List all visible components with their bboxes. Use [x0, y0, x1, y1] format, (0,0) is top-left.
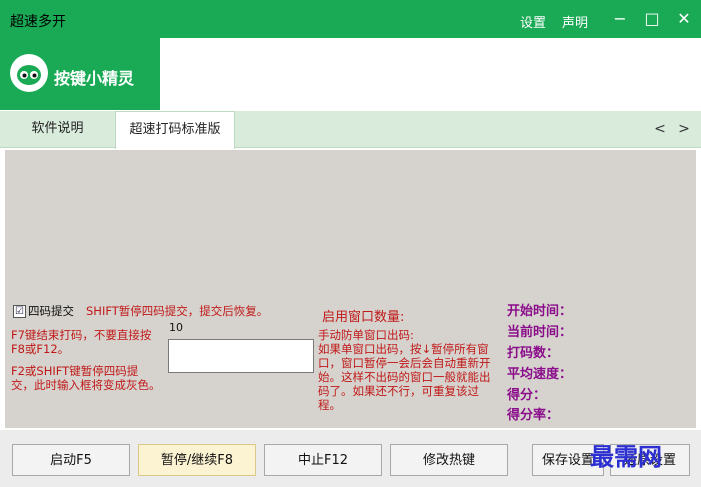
start-button[interactable]: 启动F5 [12, 444, 130, 476]
maximize-icon[interactable]: □ [641, 8, 663, 30]
edit-hotkeys-button[interactable]: 修改热键 [390, 444, 508, 476]
statement-link[interactable]: 声明 [562, 12, 588, 31]
stat-avg-speed: 平均速度： [507, 367, 573, 382]
window-title: 超速多开 [10, 14, 66, 30]
tab-bar: 软件说明 超速打码标准版 < > [0, 111, 701, 149]
stat-current-time: 当前时间： [507, 325, 573, 340]
manual-desc: 如果单窗口出码，按↓暂停所有窗口，窗口暂停一会后会自动重新开始。这样不出码的窗口… [318, 342, 491, 412]
input-number-label: 10 [169, 321, 183, 334]
f2-note: F2或SHIFT键暂停四码提交，此时输入框将变成灰色。 [11, 364, 161, 392]
title-bar [0, 0, 701, 38]
pause-resume-button[interactable]: 暂停/继续F8 [138, 444, 256, 476]
four-code-checkbox[interactable]: ☑ [13, 305, 26, 318]
f7-note: F7键结束打码，不要直接按F8或F12。 [11, 328, 152, 356]
shift-note: SHIFT暂停四码提交，提交后恢复。 [86, 304, 269, 318]
watermark: 最需网 [590, 442, 662, 471]
four-code-label: 四码提交 [28, 304, 74, 318]
logo-text: 按键小精灵 [54, 69, 135, 88]
stat-code-count: 打码数： [507, 346, 560, 361]
manual-title: 手动防单窗口出码: [318, 328, 414, 342]
settings-link[interactable]: 设置 [520, 12, 546, 31]
tab-standard-edition[interactable]: 超速打码标准版 [115, 111, 235, 149]
logo-area: 按键小精灵 [0, 38, 160, 110]
stat-score-rate: 得分率： [507, 408, 560, 423]
stat-score: 得分： [507, 388, 547, 403]
minimize-icon[interactable]: − [609, 8, 631, 30]
logo-icon [10, 54, 48, 92]
tab-prev-icon[interactable]: < [650, 120, 670, 138]
stop-button[interactable]: 中止F12 [264, 444, 382, 476]
close-icon[interactable]: ✕ [673, 8, 695, 30]
tab-next-icon[interactable]: > [674, 120, 694, 138]
window-count-label: 启用窗口数量: [322, 310, 405, 325]
tab-software-instructions[interactable]: 软件说明 [0, 111, 115, 147]
stat-start-time: 开始时间： [507, 304, 573, 319]
code-input[interactable] [168, 339, 314, 373]
header-banner [160, 38, 701, 110]
